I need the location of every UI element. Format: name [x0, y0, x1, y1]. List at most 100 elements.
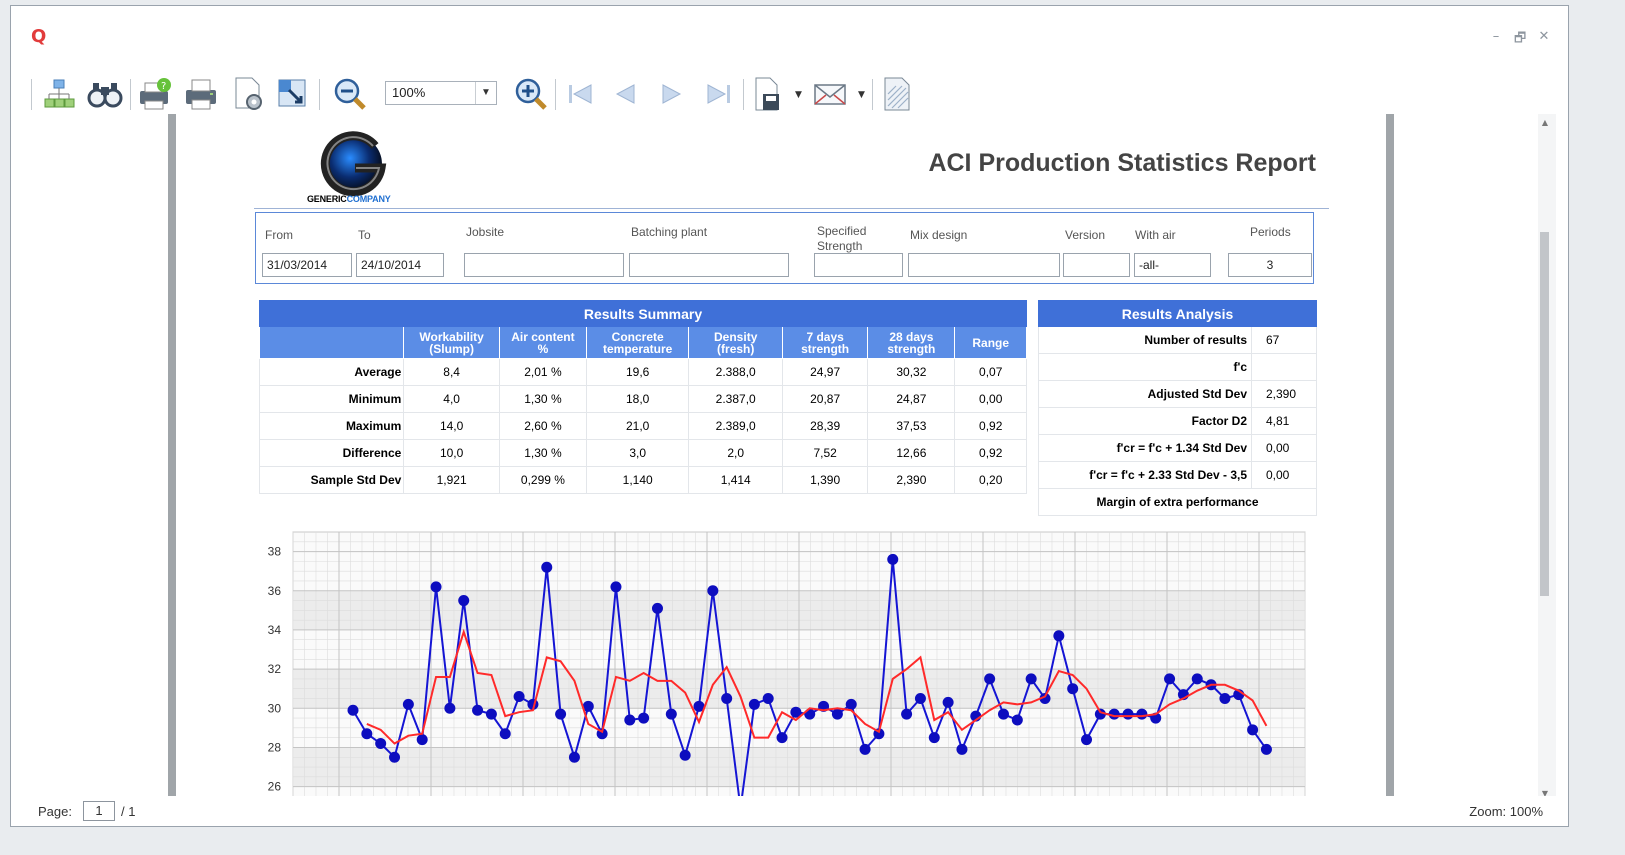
table-cell: 18,0 [585, 385, 690, 413]
email-dropdown-caret[interactable]: ▼ [858, 90, 865, 100]
table-row: Difference 10,0 1,30 % 3,0 2,0 7,52 12,6… [258, 439, 1027, 467]
table-cell: 2.387,0 [688, 385, 783, 413]
jobsite-field[interactable] [464, 253, 624, 277]
table-cell: 0,20 [954, 466, 1027, 494]
zoom-in-icon[interactable] [511, 74, 551, 114]
data-point [831, 708, 843, 720]
data-point [901, 708, 913, 720]
data-point [942, 696, 954, 708]
to-field[interactable]: 24/10/2014 [356, 253, 444, 277]
email-icon[interactable] [810, 74, 850, 114]
vertical-scrollbar[interactable]: ▲ ▼ [1538, 114, 1556, 800]
zoom-select[interactable]: 100% ▼ [385, 81, 497, 105]
mix-field[interactable] [908, 253, 1060, 277]
y-tick-label: 28 [268, 740, 282, 754]
strength-chart: 26 28 30 32 34 36 38 [268, 531, 1306, 802]
print-icon[interactable] [181, 74, 221, 114]
table-row: Average 8,4 2,01 % 19,6 2.388,0 24,97 30… [258, 358, 1027, 386]
strength-field[interactable] [814, 253, 903, 277]
export-icon[interactable] [273, 74, 313, 114]
plant-label: Batching plant [631, 225, 708, 239]
save-dropdown-caret[interactable]: ▼ [795, 90, 802, 100]
data-point [928, 732, 940, 744]
table-cell: 1,921 [403, 466, 500, 494]
page-label: Page: [38, 804, 72, 819]
scrollbar-thumb[interactable] [1540, 232, 1549, 596]
summary-header: Range [954, 326, 1027, 359]
minimize-button[interactable]: – [1490, 29, 1502, 51]
analysis-footer: Margin of extra performance [1038, 488, 1317, 516]
watermark-icon[interactable] [877, 74, 917, 114]
table-cell: 21,0 [585, 412, 690, 440]
results-analysis-table: Results Analysis Number of results 67 f'c… [1038, 300, 1317, 516]
data-point [472, 704, 484, 716]
company-name: GENERICCOMPANY [307, 194, 391, 204]
version-field[interactable] [1063, 253, 1130, 277]
print-setup-icon[interactable]: ? [135, 74, 175, 114]
header-line2: strength [801, 341, 850, 356]
first-page-icon[interactable] [560, 74, 600, 114]
periods-field[interactable]: 3 [1228, 253, 1312, 277]
data-point [665, 708, 677, 720]
data-point [1219, 692, 1231, 704]
table-cell: 1,140 [585, 466, 690, 494]
strength-label-line2: Strength [817, 239, 863, 253]
data-point [845, 698, 857, 710]
table-cell: 8,4 [403, 358, 500, 386]
data-point [389, 751, 401, 763]
data-point [444, 702, 456, 714]
data-point [762, 692, 774, 704]
analysis-label: f'cr = f'c + 1.34 Std Dev [1038, 434, 1252, 462]
page-shadow-right [1386, 114, 1394, 802]
status-bar: Page: 1 / 1 Zoom: 100% [11, 796, 1568, 826]
page-setup-icon[interactable] [228, 74, 268, 114]
data-point [416, 734, 428, 746]
from-field[interactable]: 31/03/2014 [262, 253, 352, 277]
search-icon[interactable] [85, 74, 125, 114]
toolbar-separator [555, 79, 556, 110]
analysis-value: 2,390 [1251, 380, 1317, 408]
summary-caption: Results Summary [259, 300, 1027, 327]
data-point [568, 751, 580, 763]
close-button[interactable]: ✕ [1538, 29, 1550, 51]
analysis-value: 67 [1251, 326, 1317, 354]
company-name-right: COMPANY [346, 194, 391, 204]
previous-page-icon[interactable] [605, 74, 645, 114]
table-cell: 20,87 [781, 385, 869, 413]
last-page-icon[interactable] [699, 74, 739, 114]
table-cell: 7,52 [781, 439, 869, 467]
save-icon[interactable] [748, 74, 788, 114]
table-cell: 2,01 % [498, 358, 587, 386]
table-cell: 4,0 [403, 385, 500, 413]
restore-button[interactable]: 🗗 [1514, 29, 1526, 51]
zoom-out-icon[interactable] [330, 74, 370, 114]
toolbar-separator [319, 79, 320, 110]
strength-label-line1: Specified [817, 224, 867, 238]
data-point [555, 708, 567, 720]
document-map-icon[interactable] [39, 74, 79, 114]
mix-label: Mix design [910, 228, 968, 242]
table-row: Adjusted Std Dev 2,390 [1038, 380, 1317, 408]
window-controls: – 🗗 ✕ [1490, 29, 1550, 51]
analysis-value: 0,00 [1251, 434, 1317, 462]
table-cell: 14,0 [403, 412, 500, 440]
toolbar-separator [872, 79, 873, 110]
chevron-down-icon[interactable]: ▼ [475, 82, 496, 104]
air-field[interactable]: -all- [1134, 253, 1211, 277]
table-cell: 2,60 % [498, 412, 587, 440]
analysis-label: f'c [1038, 353, 1252, 381]
page-number-input[interactable]: 1 [83, 801, 115, 821]
table-row: Maximum 14,0 2,60 % 21,0 2.389,0 28,39 3… [258, 412, 1027, 440]
data-point [1122, 708, 1134, 720]
summary-header: 7 days strength [781, 326, 869, 359]
next-page-icon[interactable] [652, 74, 692, 114]
analysis-label: Number of results [1038, 326, 1252, 354]
scroll-up-icon[interactable]: ▲ [1540, 118, 1550, 127]
data-point [361, 728, 373, 740]
table-cell: 3,0 [585, 439, 690, 467]
data-point [707, 585, 719, 597]
plant-field[interactable] [629, 253, 789, 277]
analysis-value: 4,81 [1251, 407, 1317, 435]
data-point [859, 743, 871, 755]
table-row: Margin of extra performance [1038, 488, 1317, 516]
